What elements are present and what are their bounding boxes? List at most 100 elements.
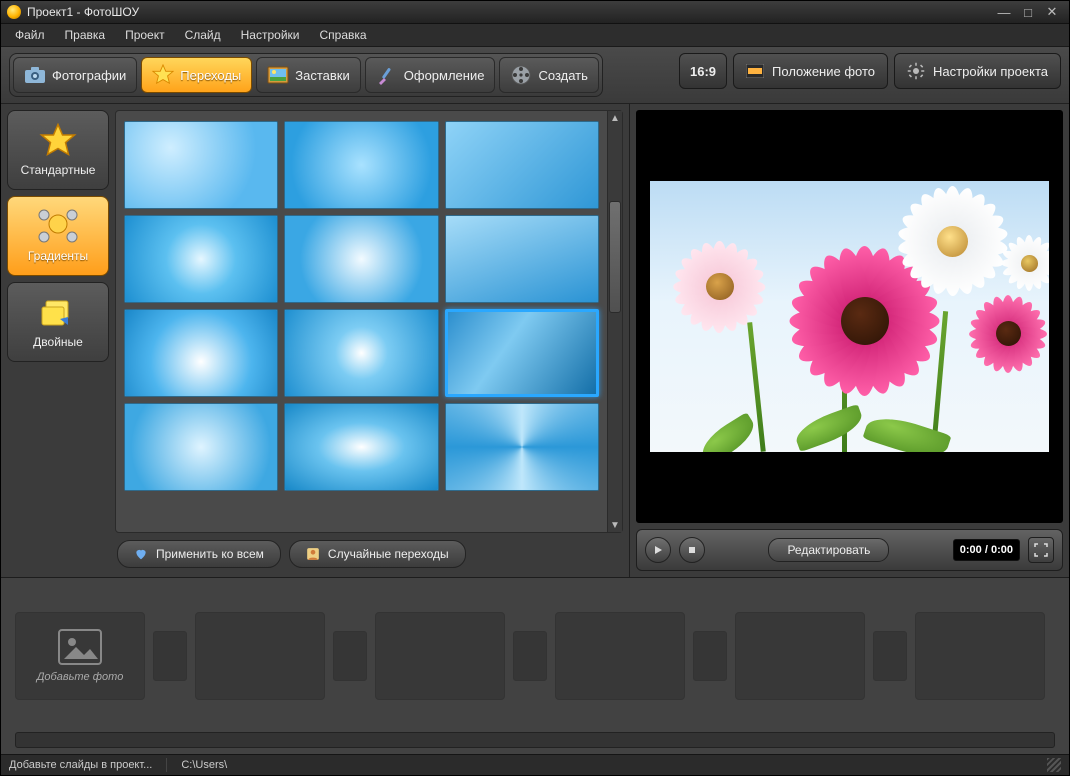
transitions-grid-wrap: ▲ ▼ — [115, 110, 623, 533]
apply-all-button[interactable]: Применить ко всем — [117, 540, 281, 568]
timeline-scrollbar[interactable] — [15, 732, 1055, 748]
timeline: Добавьте фото — [1, 577, 1069, 754]
add-photo-slot[interactable]: Добавьте фото — [15, 612, 145, 700]
edit-label: Редактировать — [787, 543, 870, 557]
picture-icon — [267, 64, 289, 86]
resize-grip-icon[interactable] — [1047, 758, 1061, 772]
transition-thumb[interactable] — [124, 309, 278, 397]
heart-icon — [134, 547, 148, 561]
add-photo-label: Добавьте фото — [37, 671, 124, 683]
category-standard[interactable]: Стандартные — [7, 110, 109, 190]
category-double[interactable]: Двойные — [7, 282, 109, 362]
category-gradients[interactable]: Градиенты — [7, 196, 109, 276]
play-button[interactable] — [645, 537, 671, 563]
preview-image — [650, 181, 1050, 452]
random-button[interactable]: Случайные переходы — [289, 540, 466, 568]
slide-slot[interactable] — [555, 612, 685, 700]
menubar: Файл Правка Проект Слайд Настройки Справ… — [1, 24, 1069, 47]
menu-settings[interactable]: Настройки — [231, 25, 310, 45]
transition-thumb[interactable] — [284, 403, 438, 491]
slide-slot[interactable] — [735, 612, 865, 700]
status-hint: Добавьте слайды в проект... — [9, 759, 152, 771]
tab-splash-label: Заставки — [295, 68, 349, 83]
apply-all-label: Применить ко всем — [156, 547, 264, 561]
transition-slot[interactable] — [153, 631, 187, 681]
slide-slot[interactable] — [915, 612, 1045, 700]
tab-photos-label: Фотографии — [52, 68, 126, 83]
transition-thumb[interactable] — [124, 121, 278, 209]
project-settings-button[interactable]: Настройки проекта — [894, 53, 1061, 89]
main-tabs: Фотографии Переходы Заставки Оформление — [9, 53, 603, 97]
transition-thumb[interactable] — [284, 121, 438, 209]
category-double-label: Двойные — [33, 335, 83, 349]
scroll-handle[interactable] — [609, 201, 621, 313]
category-standard-label: Стандартные — [21, 163, 96, 177]
scroll-down-icon[interactable]: ▼ — [608, 518, 622, 532]
left-main: Стандартные Градиенты Двойные — [1, 104, 629, 537]
slide-slot[interactable] — [195, 612, 325, 700]
transition-slot[interactable] — [513, 631, 547, 681]
menu-project[interactable]: Проект — [115, 25, 175, 45]
transition-slot[interactable] — [873, 631, 907, 681]
menu-file[interactable]: Файл — [5, 25, 55, 45]
right-pane: Редактировать 0:00 / 0:00 — [630, 104, 1069, 577]
star-icon — [38, 123, 78, 159]
transition-slot[interactable] — [693, 631, 727, 681]
time-text: 0:00 / 0:00 — [960, 544, 1013, 556]
position-icon — [746, 64, 764, 78]
maximize-button[interactable]: □ — [1017, 5, 1039, 19]
status-path: C:\Users\ — [181, 759, 227, 771]
aspect-ratio-label: 16:9 — [690, 64, 716, 79]
project-settings-label: Настройки проекта — [933, 64, 1048, 79]
transition-thumb[interactable] — [445, 309, 599, 397]
right-toolbar: 16:9 Положение фото Настройки проекта — [609, 53, 1061, 97]
reel-icon — [510, 64, 532, 86]
scroll-up-icon[interactable]: ▲ — [608, 111, 622, 125]
menu-edit[interactable]: Правка — [55, 25, 116, 45]
close-button[interactable]: ✕ — [1041, 5, 1063, 19]
stop-button[interactable] — [679, 537, 705, 563]
photo-position-button[interactable]: Положение фото — [733, 53, 888, 89]
lights-icon — [38, 209, 78, 245]
star-icon — [152, 64, 174, 86]
transition-thumb[interactable] — [445, 121, 599, 209]
tab-transitions[interactable]: Переходы — [141, 57, 252, 93]
image-placeholder-icon — [58, 629, 102, 665]
tab-photos[interactable]: Фотографии — [13, 57, 137, 93]
transition-thumb[interactable] — [284, 215, 438, 303]
transition-thumb[interactable] — [445, 403, 599, 491]
grid-scrollbar[interactable]: ▲ ▼ — [607, 111, 622, 532]
fullscreen-button[interactable] — [1028, 537, 1054, 563]
aspect-ratio-button[interactable]: 16:9 — [679, 53, 727, 89]
random-label: Случайные переходы — [328, 547, 449, 561]
menu-slide[interactable]: Слайд — [175, 25, 231, 45]
transition-thumb[interactable] — [124, 215, 278, 303]
app-window: Проект1 - ФотоШОУ — □ ✕ Файл Правка Прое… — [0, 0, 1070, 776]
main-area: Стандартные Градиенты Двойные — [1, 104, 1069, 577]
transition-thumb[interactable] — [124, 403, 278, 491]
transitions-grid — [116, 111, 607, 532]
tab-create[interactable]: Создать — [499, 57, 598, 93]
tab-design-label: Оформление — [404, 68, 485, 83]
tab-transitions-label: Переходы — [180, 68, 241, 83]
grid-buttons: Применить ко всем Случайные переходы — [1, 537, 629, 577]
transition-thumb[interactable] — [445, 215, 599, 303]
app-logo-icon — [7, 5, 21, 19]
timeline-strip[interactable]: Добавьте фото — [15, 588, 1055, 724]
titlebar: Проект1 - ФотоШОУ — □ ✕ — [1, 1, 1069, 24]
tab-design[interactable]: Оформление — [365, 57, 496, 93]
gear-icon — [907, 62, 925, 80]
minimize-button[interactable]: — — [993, 5, 1015, 19]
menu-help[interactable]: Справка — [309, 25, 376, 45]
tab-splash[interactable]: Заставки — [256, 57, 360, 93]
category-gradients-label: Градиенты — [28, 249, 88, 263]
preview-viewport — [636, 110, 1063, 523]
slide-slot[interactable] — [375, 612, 505, 700]
window-title: Проект1 - ФотоШОУ — [27, 5, 991, 19]
preview-controls: Редактировать 0:00 / 0:00 — [636, 529, 1063, 571]
transition-slot[interactable] — [333, 631, 367, 681]
edit-button[interactable]: Редактировать — [768, 538, 889, 562]
time-display: 0:00 / 0:00 — [953, 539, 1020, 561]
toolbar: Фотографии Переходы Заставки Оформление — [1, 47, 1069, 104]
transition-thumb[interactable] — [284, 309, 438, 397]
